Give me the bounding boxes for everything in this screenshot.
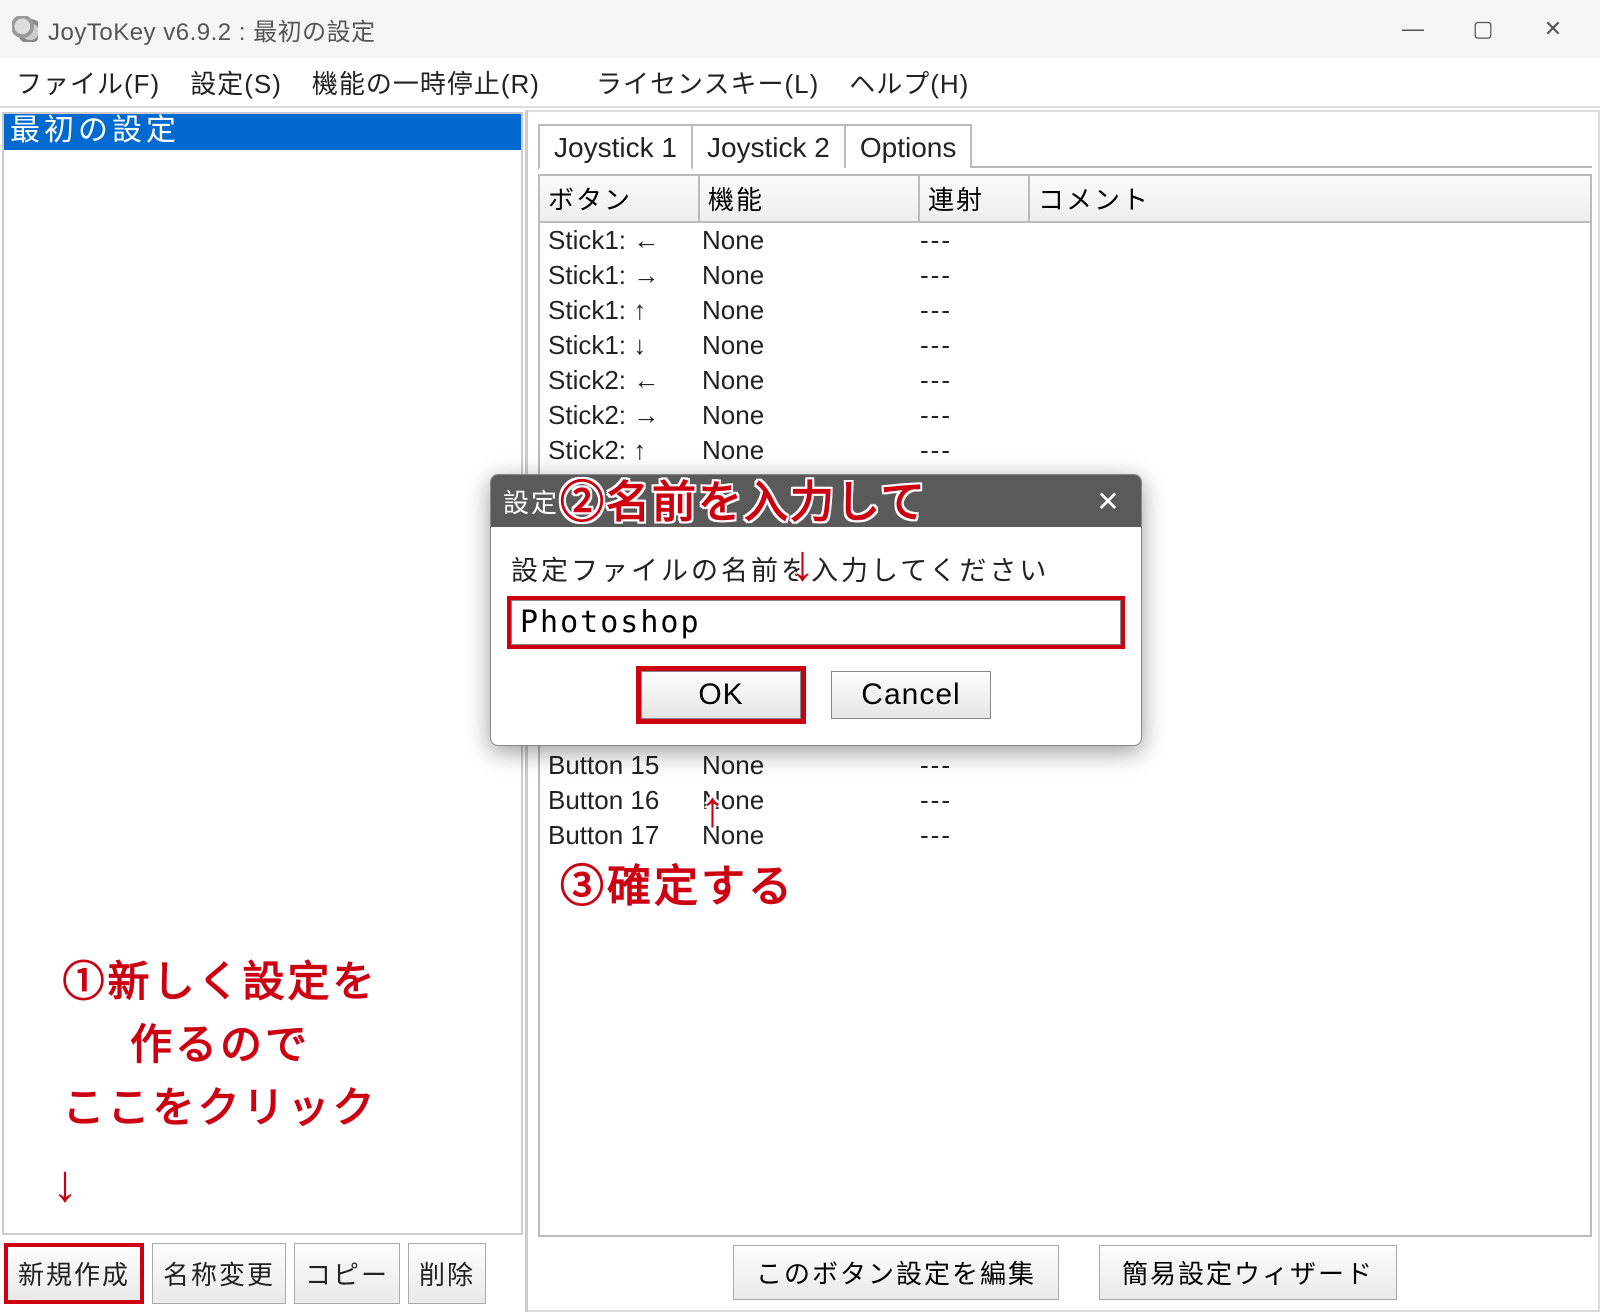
table-row[interactable]: Stick2: →None--- [540,398,1590,433]
table-row[interactable]: Stick1: →None--- [540,258,1590,293]
table-row[interactable]: Button 15None--- [540,748,1590,783]
cell-function: None [700,400,920,431]
cell-button: Stick2: ↑ [540,435,700,466]
table-row[interactable]: Stick1: ↑None--- [540,293,1590,328]
dialog-title: 設定 [503,483,1089,520]
menu-help[interactable]: ヘルプ(H) [839,60,979,105]
new-profile-button[interactable]: 新規作成 [4,1243,144,1304]
cell-turbo: --- [920,750,1030,781]
grid-header: ボタン 機能 連射 コメント [540,176,1590,223]
cell-turbo: --- [920,295,1030,326]
cell-function: None [700,260,920,291]
cell-button: Stick1: → [540,260,700,291]
dialog-close-button[interactable]: ✕ [1089,481,1129,521]
maximize-button[interactable]: ▢ [1448,5,1518,53]
scrollbar-spacer [1566,176,1590,221]
delete-profile-button[interactable]: 削除 [408,1243,486,1304]
window-title: JoyToKey v6.9.2 : 最初の設定 [48,12,1378,47]
cell-turbo: --- [920,260,1030,291]
cell-turbo: --- [920,785,1030,816]
close-button[interactable]: ✕ [1518,5,1588,53]
wizard-button[interactable]: 簡易設定ウィザード [1099,1245,1397,1300]
profile-list[interactable]: 最初の設定 [2,112,523,1235]
menu-pause[interactable]: 機能の一時停止(R) [302,60,550,105]
cell-turbo: --- [920,820,1030,851]
cell-button: Stick1: ↑ [540,295,700,326]
rename-profile-button[interactable]: 名称変更 [152,1243,286,1304]
tab-options[interactable]: Options [844,124,973,168]
cell-function: None [700,785,920,816]
table-row[interactable]: Button 17None--- [540,818,1590,853]
dialog-cancel-button[interactable]: Cancel [831,671,991,719]
tabs: Joystick 1 Joystick 2 Options [538,116,1592,168]
new-profile-dialog: 設定 ✕ 設定ファイルの名前を入力してください OK Cancel [490,474,1142,746]
minimize-button[interactable]: — [1378,5,1448,53]
table-row[interactable]: Stick1: ←None--- [540,223,1590,258]
copy-profile-button[interactable]: コピー [294,1243,400,1304]
edit-mapping-button[interactable]: このボタン設定を編集 [733,1245,1059,1300]
menu-bar: ファイル(F) 設定(S) 機能の一時停止(R) ライセンスキー(L) ヘルプ(… [0,58,1600,108]
tab-joystick2[interactable]: Joystick 2 [691,124,846,168]
cell-button: Button 16 [540,785,700,816]
table-row[interactable]: Stick2: ↑None--- [540,433,1590,468]
dialog-ok-button[interactable]: OK [641,671,801,719]
profile-item[interactable]: 最初の設定 [4,114,521,150]
dialog-title-bar[interactable]: 設定 ✕ [491,475,1141,527]
col-turbo[interactable]: 連射 [920,176,1030,221]
menu-settings[interactable]: 設定(S) [180,60,292,105]
table-row[interactable]: Stick2: ←None--- [540,363,1590,398]
cell-button: Stick1: ↓ [540,330,700,361]
cell-turbo: --- [920,365,1030,396]
sidebar: 最初の設定 新規作成 名称変更 コピー 削除 [0,110,528,1312]
dialog-label: 設定ファイルの名前を入力してください [511,549,1121,588]
cell-turbo: --- [920,400,1030,431]
cell-button: Button 15 [540,750,700,781]
profile-name-input[interactable] [511,600,1121,645]
cell-turbo: --- [920,330,1030,361]
cell-function: None [700,365,920,396]
col-function[interactable]: 機能 [700,176,920,221]
annotation-1-arrow-icon: ↓ [52,1154,78,1214]
annotation-3-arrow-icon: ↑ [700,780,725,838]
cell-button: Stick2: ← [540,365,700,396]
cell-function: None [700,435,920,466]
annotation-2-arrow-icon: ↓ [790,534,815,592]
table-row[interactable]: Button 16None--- [540,783,1590,818]
cell-turbo: --- [920,435,1030,466]
cell-function: None [700,750,920,781]
col-comment[interactable]: コメント [1030,176,1566,221]
cell-button: Button 17 [540,820,700,851]
cell-turbo: --- [920,225,1030,256]
cell-button: Stick1: ← [540,225,700,256]
title-bar: JoyToKey v6.9.2 : 最初の設定 — ▢ ✕ [0,0,1600,58]
cell-function: None [700,295,920,326]
cell-button: Stick2: → [540,400,700,431]
cell-function: None [700,225,920,256]
cell-function: None [700,820,920,851]
table-row[interactable]: Stick1: ↓None--- [540,328,1590,363]
app-icon [12,16,38,42]
cell-function: None [700,330,920,361]
menu-file[interactable]: ファイル(F) [6,60,170,105]
tab-joystick1[interactable]: Joystick 1 [538,124,693,170]
menu-license[interactable]: ライセンスキー(L) [586,60,829,105]
col-button[interactable]: ボタン [540,176,700,221]
